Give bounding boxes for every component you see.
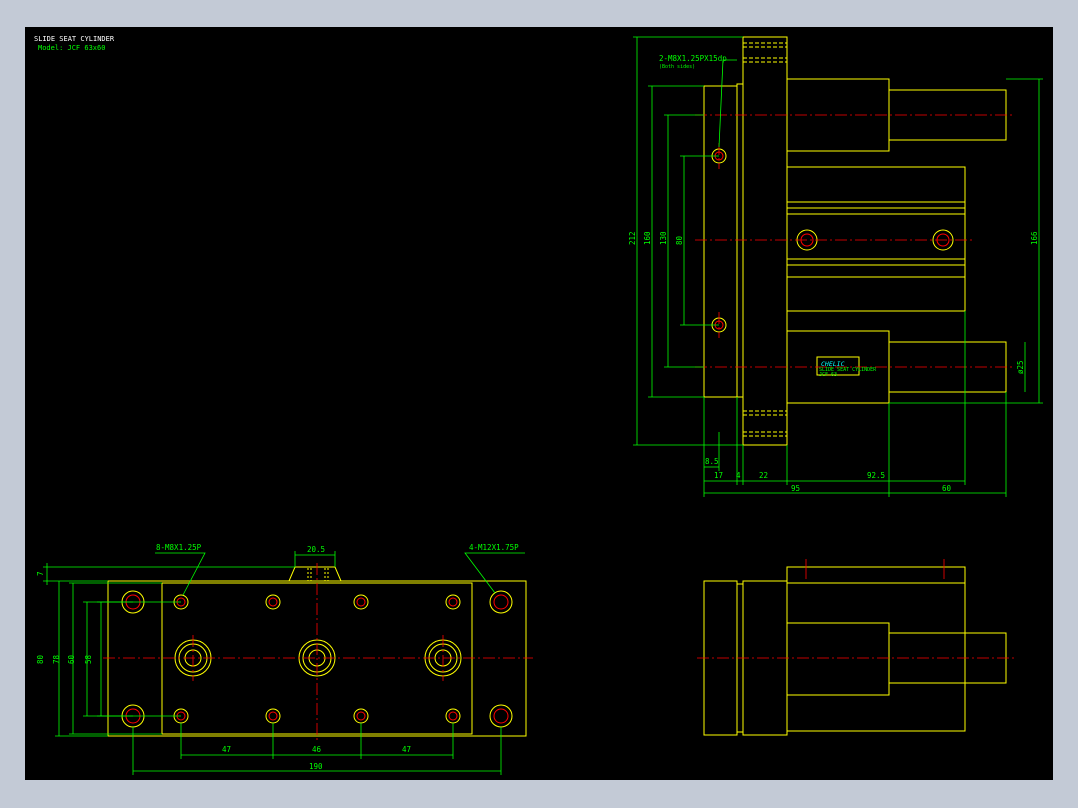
cad-drawing: SLIDE SEAT CYLINDER Model: JCF 63x60 CHE… bbox=[34, 35, 1043, 775]
dim-92-5: 92.5 bbox=[867, 471, 885, 480]
drawing-canvas: SLIDE SEAT CYLINDER Model: JCF 63x60 CHE… bbox=[25, 27, 1053, 780]
drawing-model: Model: JCF 63x60 bbox=[38, 44, 105, 52]
dim-160: 160 bbox=[643, 231, 652, 245]
front-note-left: 8-M8X1.25P bbox=[156, 543, 202, 552]
dim-95: 95 bbox=[791, 484, 800, 493]
dim-4: 4 bbox=[736, 471, 741, 480]
top-view-centerlines bbox=[697, 559, 1015, 659]
dim-8-5: 8.5 bbox=[705, 457, 719, 466]
side-note-sides: (Both sides) bbox=[659, 64, 695, 70]
side-view-dimensions bbox=[633, 36, 1043, 497]
dim-130: 130 bbox=[659, 231, 668, 245]
side-note-holes: 2-M8X1.25PX15dp bbox=[659, 54, 727, 63]
dim-60: 60 bbox=[942, 484, 952, 493]
dim-46: 46 bbox=[312, 745, 322, 754]
dim-47-left: 47 bbox=[222, 745, 231, 754]
dim-22: 22 bbox=[759, 471, 768, 480]
cylinder-body bbox=[742, 36, 788, 446]
top-view bbox=[703, 566, 1007, 736]
front-view-dimensions bbox=[43, 551, 525, 775]
dim-212: 212 bbox=[628, 231, 637, 245]
nameplate-line2: JCF 63 bbox=[819, 372, 837, 378]
dim-190: 190 bbox=[309, 762, 323, 771]
dim-47-right: 47 bbox=[402, 745, 411, 754]
side-view bbox=[703, 36, 1007, 446]
dim-front-78: 78 bbox=[52, 654, 61, 664]
dim-7: 7 bbox=[36, 571, 45, 576]
drawing-title: SLIDE SEAT CYLINDER bbox=[34, 35, 115, 43]
dim-166: 166 bbox=[1030, 231, 1039, 245]
dim-20-5: 20.5 bbox=[307, 545, 325, 554]
dim-front-58: 58 bbox=[84, 654, 93, 664]
dim-front-80: 80 bbox=[36, 654, 45, 664]
dim-80: 80 bbox=[675, 235, 684, 245]
slide-plate bbox=[703, 85, 738, 398]
dim-phi25: ø25 bbox=[1016, 360, 1025, 374]
dim-front-60: 60 bbox=[67, 654, 76, 664]
dim-17: 17 bbox=[714, 471, 723, 480]
front-note-right: 4-M12X1.75P bbox=[469, 543, 519, 552]
